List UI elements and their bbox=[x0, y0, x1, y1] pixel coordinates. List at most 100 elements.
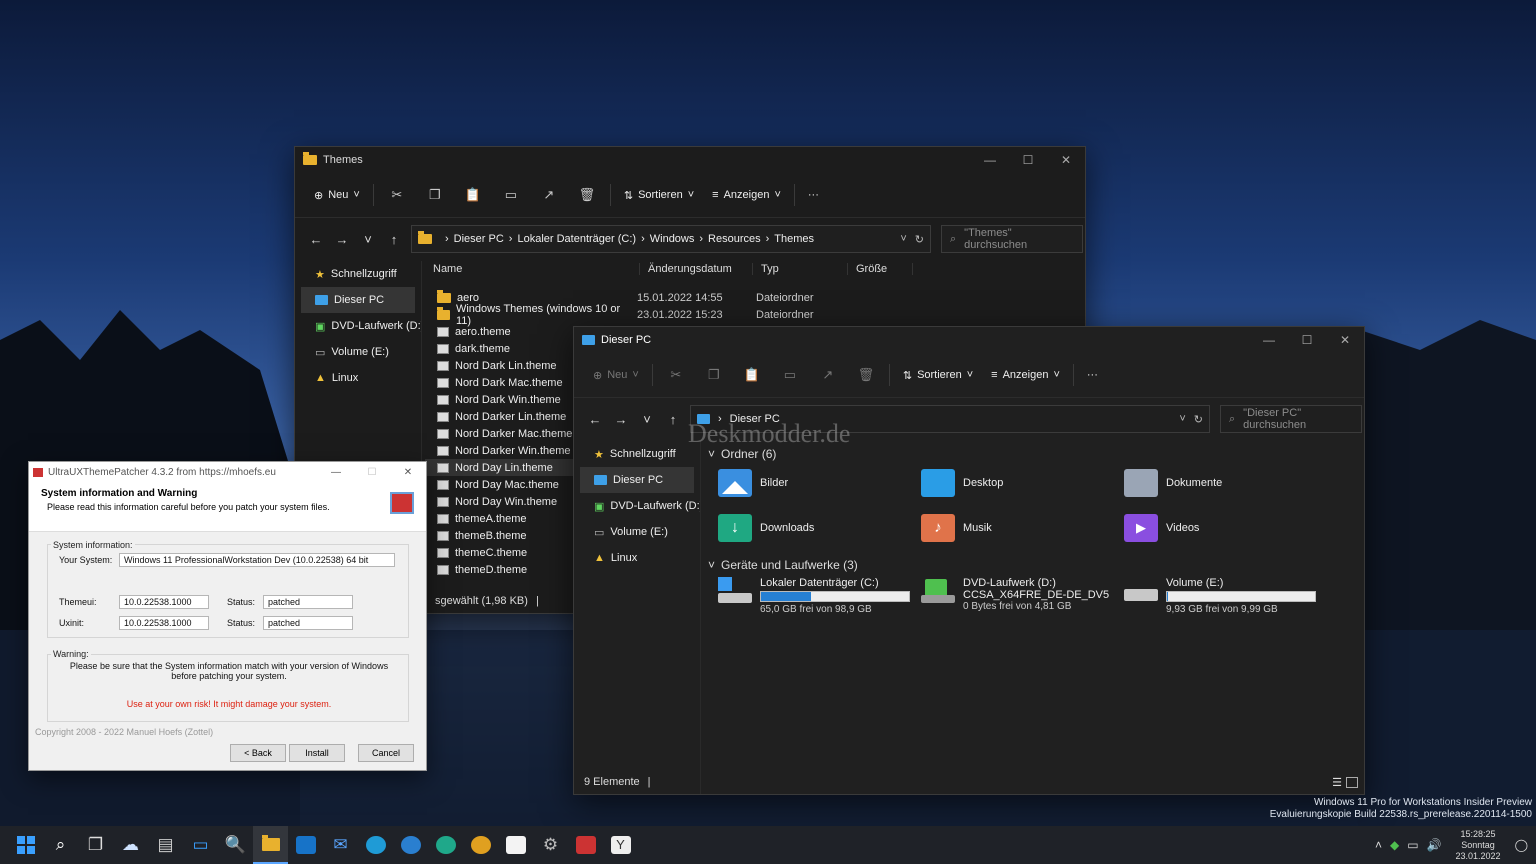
sort-button[interactable]: ⇅ Sortieren ˅ bbox=[894, 360, 982, 390]
patcher-dialog[interactable]: UltraUXThemePatcher 4.3.2 from https://m… bbox=[28, 461, 427, 771]
network-icon[interactable]: ▭ bbox=[1407, 838, 1418, 852]
themes-titlebar[interactable]: Themes — ☐ ✕ bbox=[295, 147, 1085, 173]
magnifier[interactable]: 🔍 bbox=[218, 826, 253, 864]
back-arrow-icon[interactable]: ← bbox=[303, 232, 329, 247]
folder-tile-music[interactable]: ♪ Musik bbox=[921, 514, 992, 542]
forward-arrow-icon[interactable]: → bbox=[608, 412, 634, 427]
this-pc-titlebar[interactable]: Dieser PC — ☐ ✕ bbox=[574, 327, 1364, 353]
column-size[interactable]: Größe bbox=[848, 263, 913, 275]
cancel-button[interactable]: Cancel bbox=[358, 744, 414, 762]
copy-button[interactable]: ❐ bbox=[416, 180, 454, 210]
address-dropdown-icon[interactable]: ˅ bbox=[1179, 413, 1185, 425]
edge-dev[interactable] bbox=[428, 826, 463, 864]
minimize-button[interactable]: — bbox=[1250, 333, 1288, 347]
tray-overflow-icon[interactable]: ˄ bbox=[1375, 838, 1382, 852]
nav-volume-e[interactable]: ▭ Volume (E:) bbox=[574, 519, 700, 545]
edge-beta[interactable] bbox=[393, 826, 428, 864]
nav-this-pc[interactable]: Dieser PC bbox=[580, 467, 694, 493]
view-button[interactable]: ≡ Anzeigen ˅ bbox=[982, 360, 1069, 390]
close-button[interactable]: ✕ bbox=[390, 467, 426, 478]
task-view[interactable]: ❐ bbox=[78, 826, 113, 864]
drives-section-header[interactable]: ˅ Geräte und Laufwerke (3) bbox=[708, 558, 858, 572]
column-type[interactable]: Typ bbox=[753, 263, 848, 275]
address-dropdown-icon[interactable]: ˅ bbox=[900, 233, 906, 245]
view-button[interactable]: ≡ Anzeigen ˅ bbox=[703, 180, 790, 210]
forward-arrow-icon[interactable]: → bbox=[329, 232, 355, 247]
start-button[interactable] bbox=[8, 826, 43, 864]
breadcrumb-segment[interactable]: Themes bbox=[774, 233, 814, 245]
cut-button[interactable]: ✂ bbox=[657, 360, 695, 390]
close-button[interactable]: ✕ bbox=[1047, 153, 1085, 167]
drive-tile-d[interactable]: DVD-Laufwerk (D:) CCSA_X64FRE_DE-DE_DV5 … bbox=[921, 577, 1109, 612]
rename-button[interactable]: ▭ bbox=[492, 180, 530, 210]
this-pc-explorer-window[interactable]: Dieser PC — ☐ ✕ ⊕ Neu ˅ ✂ ❐ 📋 ▭ ↗ 🗑 ⇅ Sorti… bbox=[573, 326, 1365, 795]
folders-section-header[interactable]: ˅ Ordner (6) bbox=[708, 447, 776, 461]
clock[interactable]: 15:28:25 Sonntag 23.01.2022 bbox=[1456, 829, 1501, 862]
refresh-icon[interactable]: ↻ bbox=[915, 233, 924, 246]
remote-desktop[interactable]: ▭ bbox=[183, 826, 218, 864]
delete-button[interactable]: 🗑 bbox=[568, 180, 606, 210]
notification-icon[interactable]: ◯ bbox=[1515, 838, 1528, 852]
patcher-app[interactable] bbox=[568, 826, 603, 864]
back-button[interactable]: < Back bbox=[230, 744, 286, 762]
security-icon[interactable]: ◆ bbox=[1390, 838, 1399, 852]
sort-button[interactable]: ⇅ Sortieren ˅ bbox=[615, 180, 703, 210]
new-button[interactable]: ⊕ Neu ˅ bbox=[584, 360, 648, 390]
copy-button[interactable]: ❐ bbox=[695, 360, 733, 390]
folder-tile-downloads[interactable]: ↓ Downloads bbox=[718, 514, 814, 542]
recent-chevron-icon[interactable]: ˅ bbox=[355, 232, 381, 247]
breadcrumb-segment[interactable]: Windows bbox=[650, 233, 695, 245]
breadcrumb-segment[interactable]: Resources bbox=[708, 233, 761, 245]
maximize-button[interactable]: ☐ bbox=[1288, 333, 1326, 347]
address-bar[interactable]: › Dieser PC › Lokaler Datenträger (C:) › Wind… bbox=[411, 225, 931, 253]
folder-tile-videos[interactable]: ▶ Videos bbox=[1124, 514, 1199, 542]
folder-tile-pictures[interactable]: Bilder bbox=[718, 469, 788, 497]
nav-quick-access[interactable]: ★ Schnellzugriff bbox=[295, 261, 421, 287]
close-button[interactable]: ✕ bbox=[1326, 333, 1364, 347]
minimize-button[interactable]: — bbox=[318, 467, 354, 478]
maximize-button[interactable]: ☐ bbox=[354, 467, 390, 478]
file-explorer[interactable] bbox=[253, 826, 288, 864]
file-row[interactable]: Windows Themes (windows 10 or 11) 23.01.2… bbox=[425, 303, 915, 327]
install-button[interactable]: Install bbox=[289, 744, 345, 762]
drive-tile-c[interactable]: Lokaler Datenträger (C:) 65,0 GB frei vo… bbox=[718, 577, 910, 615]
store[interactable] bbox=[498, 826, 533, 864]
details-view-icon[interactable]: ☰ bbox=[1332, 776, 1342, 789]
up-arrow-icon[interactable]: ↑ bbox=[381, 232, 407, 247]
terminal[interactable]: ▤ bbox=[148, 826, 183, 864]
maximize-button[interactable]: ☐ bbox=[1009, 153, 1047, 167]
nav-dvd-drive[interactable]: ▣DVD-Laufwerk (D:) C bbox=[295, 313, 421, 339]
delete-button[interactable]: 🗑 bbox=[847, 360, 885, 390]
outlook[interactable] bbox=[288, 826, 323, 864]
nav-linux[interactable]: ▲ Linux bbox=[295, 365, 421, 391]
share-button[interactable]: ↗ bbox=[809, 360, 847, 390]
mail[interactable]: ✉ bbox=[323, 826, 358, 864]
breadcrumb-segment[interactable]: Lokaler Datenträger (C:) bbox=[517, 233, 636, 245]
column-name[interactable]: Name bbox=[425, 263, 640, 275]
paste-button[interactable]: 📋 bbox=[454, 180, 492, 210]
taskbar-search[interactable]: ⌕ bbox=[43, 826, 78, 864]
edge[interactable] bbox=[358, 826, 393, 864]
nav-this-pc[interactable]: Dieser PC bbox=[301, 287, 415, 313]
recent-chevron-icon[interactable]: ˅ bbox=[634, 412, 660, 427]
volume-icon[interactable]: 🔊 bbox=[1427, 838, 1442, 852]
minimize-button[interactable]: — bbox=[971, 153, 1009, 167]
settings[interactable]: ⚙ bbox=[533, 826, 568, 864]
more-button[interactable]: ··· bbox=[1078, 360, 1107, 390]
yandex[interactable]: Y bbox=[603, 826, 638, 864]
dialog-titlebar[interactable]: UltraUXThemePatcher 4.3.2 from https://m… bbox=[29, 462, 426, 482]
folder-tile-documents[interactable]: Dokumente bbox=[1124, 469, 1222, 497]
drive-tile-e[interactable]: Volume (E:) 9,93 GB frei von 9,99 GB bbox=[1124, 577, 1316, 615]
new-button[interactable]: ⊕ Neu ˅ bbox=[305, 180, 369, 210]
nav-linux[interactable]: ▲ Linux bbox=[574, 545, 700, 571]
rename-button[interactable]: ▭ bbox=[771, 360, 809, 390]
up-arrow-icon[interactable]: ↑ bbox=[660, 412, 686, 427]
more-button[interactable]: ··· bbox=[799, 180, 828, 210]
edge-canary[interactable] bbox=[463, 826, 498, 864]
search-box[interactable]: ⌕ "Dieser PC" durchsuchen bbox=[1220, 405, 1362, 433]
paste-button[interactable]: 📋 bbox=[733, 360, 771, 390]
back-arrow-icon[interactable]: ← bbox=[582, 412, 608, 427]
breadcrumb-segment[interactable]: Dieser PC bbox=[454, 233, 504, 245]
folder-tile-desktop[interactable]: Desktop bbox=[921, 469, 1003, 497]
nav-quick-access[interactable]: ★ Schnellzugriff bbox=[574, 441, 700, 467]
